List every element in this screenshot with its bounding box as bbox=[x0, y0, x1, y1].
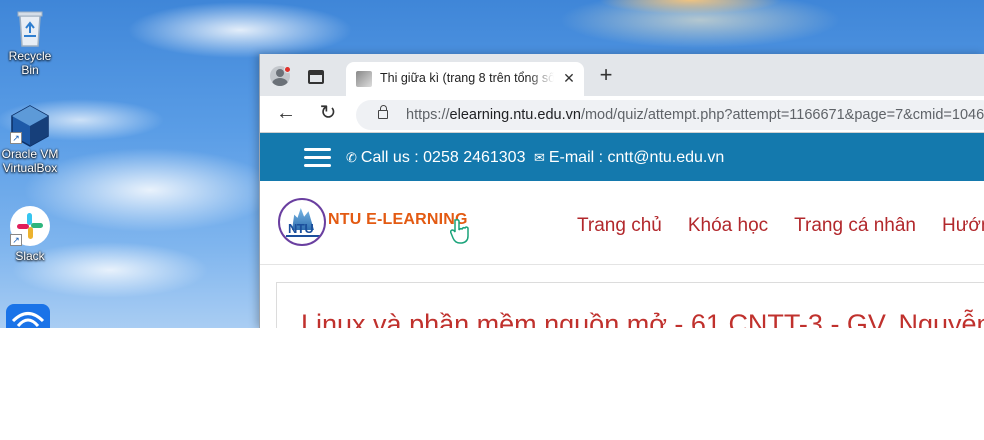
contact-info: ✆ Call us : 0258 2461303 ✉ E-mail : cntt@n… bbox=[346, 149, 724, 167]
shortcut-arrow-icon: ↗ bbox=[10, 132, 22, 144]
tab-strip: Thi giữa kì (trang 8 trên tổng số 10) ✕ … bbox=[260, 54, 984, 96]
menu-item-guide[interactable]: Hướng dẫn bbox=[942, 215, 984, 236]
pointing-hand-icon bbox=[449, 218, 472, 244]
url-domain: elearning.ntu.edu.vn bbox=[449, 107, 581, 123]
desktop: Recycle Bin ↗ Oracle VM VirtualBox ↗ Sla… bbox=[0, 0, 984, 328]
url-text[interactable]: https://elearning.ntu.edu.vn/mod/quiz/at… bbox=[406, 107, 984, 123]
webpage: ✆ Call us : 0258 2461303 ✉ E-mail : cntt@n… bbox=[260, 132, 984, 328]
reload-icon[interactable]: ↻ bbox=[316, 102, 340, 126]
tab-actions-icon[interactable] bbox=[308, 70, 324, 84]
url-path: /mod/quiz/attempt.php?attempt=1166671&pa… bbox=[580, 107, 984, 123]
desktop-wallpaper-sun bbox=[560, 0, 820, 30]
logo-text[interactable]: NTU E-LEARNING bbox=[328, 211, 468, 229]
desktop-icon-label: Slack bbox=[15, 249, 45, 263]
course-title: Linux và phần mềm nguồn mở - 61 CNTT-3 -… bbox=[301, 309, 984, 328]
menu-item-profile[interactable]: Trang cá nhân bbox=[794, 215, 916, 236]
course-card: Linux và phần mềm nguồn mở - 61 CNTT-3 -… bbox=[276, 282, 984, 328]
profile-notification-dot bbox=[284, 66, 291, 73]
desktop-icon-label: Recycle Bin bbox=[8, 49, 52, 77]
desktop-icon-recycle-bin[interactable]: Recycle Bin bbox=[0, 6, 60, 77]
back-arrow-icon[interactable]: ← bbox=[274, 102, 298, 126]
phone-icon: ✆ bbox=[346, 150, 357, 165]
tab-favicon-icon bbox=[356, 71, 372, 87]
wifi-app-icon bbox=[6, 304, 50, 328]
main-menu: Trang chủ Khóa học Trang cá nhân Hướng dẫn bbox=[577, 215, 984, 237]
ntu-logo-icon[interactable]: NTU bbox=[278, 198, 326, 246]
desktop-icon-wifi-app[interactable] bbox=[5, 304, 51, 328]
virtualbox-icon: ↗ bbox=[10, 104, 50, 147]
tab-title: Thi giữa kì (trang 8 trên tổng số 10) bbox=[380, 71, 554, 85]
browser-toolbar: ← ↻ https://elearning.ntu.edu.vn/mod/qui… bbox=[260, 96, 984, 132]
recycle-bin-icon bbox=[10, 6, 50, 47]
hamburger-menu-icon[interactable] bbox=[304, 148, 331, 168]
call-us-text: Call us : 0258 2461303 bbox=[360, 149, 526, 166]
envelope-icon: ✉ bbox=[533, 150, 545, 165]
logo-mark: NTU bbox=[288, 221, 314, 236]
site-topbar: ✆ Call us : 0258 2461303 ✉ E-mail : cntt@n… bbox=[260, 132, 984, 181]
email-text[interactable]: E-mail : cntt@ntu.edu.vn bbox=[549, 149, 724, 166]
site-header: NTU NTU E-LEARNING Trang chủ Khóa học Tran… bbox=[260, 181, 984, 265]
shortcut-arrow-icon: ↗ bbox=[10, 234, 22, 246]
desktop-icon-label: Oracle VM VirtualBox bbox=[1, 147, 59, 175]
slack-icon: ↗ bbox=[10, 206, 50, 246]
menu-item-home[interactable]: Trang chủ bbox=[577, 215, 662, 236]
browser-window: Thi giữa kì (trang 8 trên tổng số 10) ✕ … bbox=[259, 54, 984, 328]
lock-icon[interactable] bbox=[378, 105, 388, 119]
tab-close-icon[interactable]: ✕ bbox=[560, 68, 578, 88]
url-prefix: https:// bbox=[406, 107, 450, 123]
tab-quiz[interactable]: Thi giữa kì (trang 8 trên tổng số 10) ✕ bbox=[346, 62, 584, 96]
desktop-icon-virtualbox[interactable]: ↗ Oracle VM VirtualBox bbox=[0, 104, 63, 175]
menu-item-courses[interactable]: Khóa học bbox=[688, 215, 768, 236]
desktop-icon-slack[interactable]: ↗ Slack bbox=[0, 206, 60, 263]
new-tab-button[interactable]: + bbox=[594, 64, 618, 88]
address-bar[interactable]: https://elearning.ntu.edu.vn/mod/quiz/at… bbox=[356, 100, 984, 130]
